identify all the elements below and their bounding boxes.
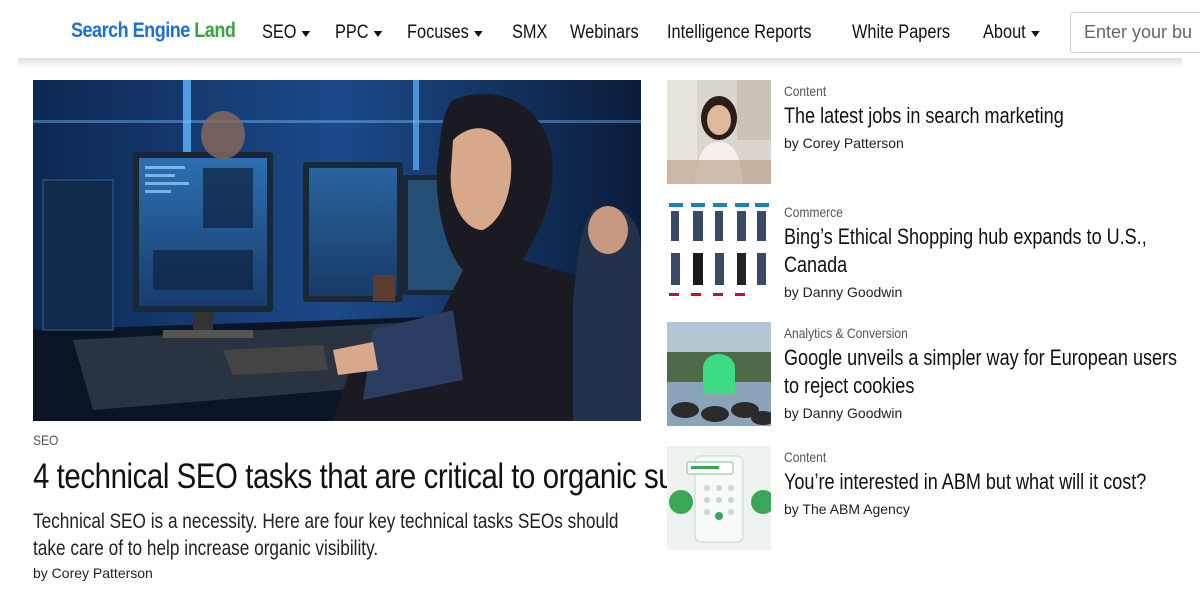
nav-label: Intelligence Reports	[667, 22, 812, 43]
nav-item-white-papers[interactable]: White Papers	[852, 22, 950, 44]
feature-author: by Corey Patterson	[33, 565, 153, 581]
article-thumbnail[interactable]	[667, 322, 771, 426]
chevron-down-icon	[373, 31, 383, 37]
nav-label: Webinars	[570, 22, 639, 43]
article-category[interactable]: Commerce	[784, 204, 1128, 220]
calculator-phone-illustration	[667, 446, 771, 550]
article-thumbnail[interactable]	[667, 201, 771, 305]
nav-label: PPC	[335, 22, 369, 43]
feature-description: Technical SEO is a necessity. Here are f…	[33, 510, 619, 560]
article-author: by The ABM Agency	[784, 501, 910, 517]
feature-article-image[interactable]	[33, 80, 641, 421]
nav-label: White Papers	[852, 22, 951, 43]
article-author: by Danny Goodwin	[784, 284, 903, 300]
feature-title[interactable]: 4 technical SEO tasks that are critical …	[33, 456, 748, 498]
clothing-products-photo	[667, 201, 771, 305]
chevron-down-icon	[1030, 31, 1040, 37]
nav-item-seo[interactable]: SEO	[262, 22, 311, 44]
nav-label: Focuses	[407, 22, 469, 43]
nav-label: SMX	[512, 22, 548, 43]
logo-text-secondary: Land	[194, 19, 236, 42]
article-thumbnail[interactable]	[667, 80, 771, 184]
feature-category[interactable]: SEO	[33, 432, 58, 448]
main-navigation: SEO PPC Focuses SMX Webinars Intelligenc…	[262, 20, 1066, 46]
site-header: Search Engine Land SEO PPC Focuses SMX W…	[0, 0, 1200, 64]
nav-item-focuses[interactable]: Focuses	[407, 22, 483, 44]
nav-item-about[interactable]: About	[983, 22, 1040, 44]
office-workstation-illustration	[33, 80, 641, 421]
article-category[interactable]: Content	[784, 449, 1128, 465]
nav-item-intelligence-reports[interactable]: Intelligence Reports	[667, 22, 811, 44]
logo-text-primary: Search Engine	[71, 19, 190, 42]
article-title[interactable]: Google unveils a simpler way for Europea…	[784, 344, 1178, 400]
article-author: by Danny Goodwin	[784, 405, 903, 421]
header-divider-shadow	[18, 58, 1182, 68]
article-category[interactable]: Content	[784, 83, 1128, 99]
search-input[interactable]	[1070, 12, 1200, 53]
chevron-down-icon	[474, 31, 483, 37]
article-thumbnail[interactable]	[667, 446, 771, 550]
article-category[interactable]: Analytics & Conversion	[784, 325, 1128, 341]
article-title[interactable]: You’re interested in ABM but what will i…	[784, 468, 1178, 496]
office-woman-photo	[667, 80, 771, 184]
nav-label: About	[983, 22, 1026, 43]
nav-item-webinars[interactable]: Webinars	[570, 22, 639, 44]
nav-item-ppc[interactable]: PPC	[335, 22, 383, 44]
site-logo[interactable]: Search Engine Land	[71, 19, 236, 43]
android-statue-photo	[667, 322, 771, 426]
chevron-down-icon	[301, 31, 311, 37]
article-author: by Corey Patterson	[784, 135, 904, 151]
nav-item-smx[interactable]: SMX	[512, 22, 547, 44]
article-title[interactable]: The latest jobs in search marketing	[784, 102, 1178, 130]
article-title[interactable]: Bing’s Ethical Shopping hub expands to U…	[784, 223, 1178, 279]
nav-label: SEO	[262, 22, 297, 43]
